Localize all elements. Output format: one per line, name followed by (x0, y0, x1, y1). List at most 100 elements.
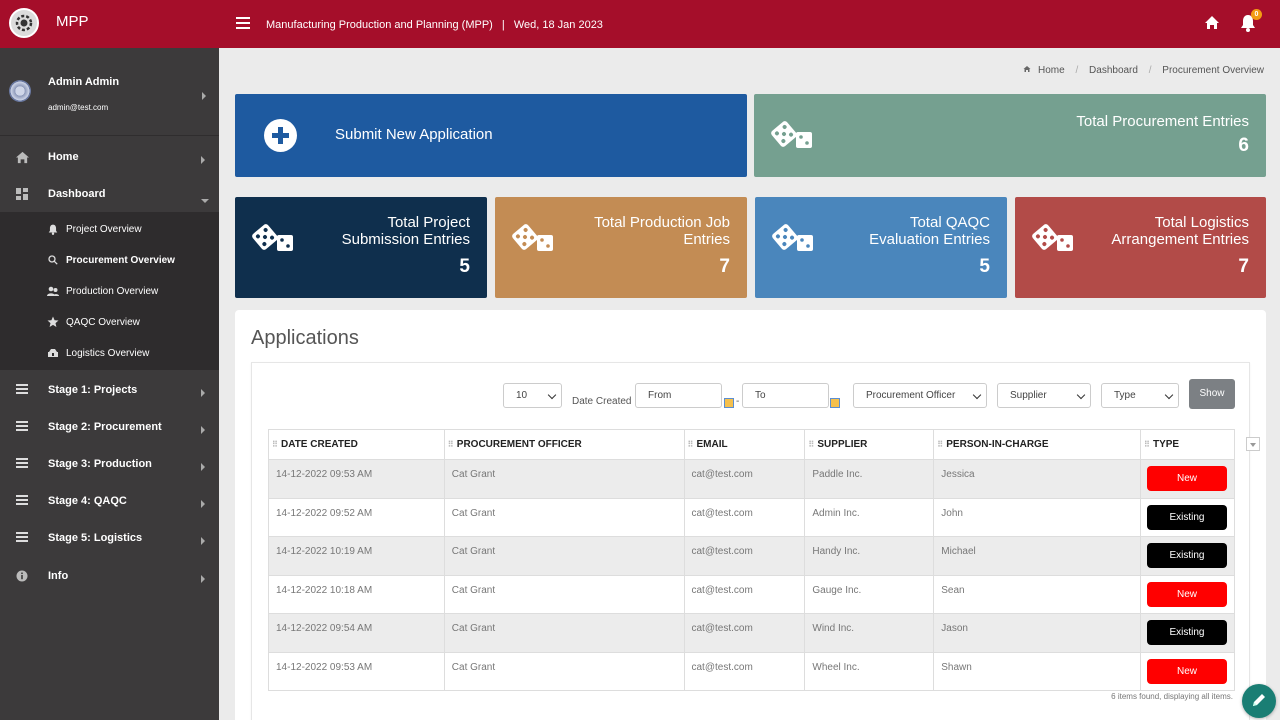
type-badge[interactable]: Existing (1146, 504, 1227, 530)
cell-date: 14-12-2022 09:52 AM (268, 498, 445, 537)
type-badge[interactable]: Existing (1146, 543, 1227, 568)
column-header-supplier[interactable]: ⠿ SUPPLIER (804, 429, 935, 460)
date-from-input[interactable]: From (635, 383, 722, 408)
applications-title: Applications (251, 327, 359, 349)
card-title-line1: Total Production Job (594, 214, 730, 231)
applications-table-container: 10 Date Created From - To Procurement Of… (251, 362, 1260, 720)
cell-pic: Michael (933, 536, 1141, 576)
sidebar-item-procurement-overview[interactable]: Procurement Overview (0, 246, 219, 274)
card-title: Total Procurement Entries (1076, 113, 1249, 130)
sidebar-item-label: Stage 3: Production (48, 458, 152, 470)
column-header-officer[interactable]: ⠿ PROCUREMENT OFFICER (444, 429, 685, 460)
sidebar-item-stage-5[interactable]: Stage 5: Logistics (0, 521, 219, 555)
chevron-down-icon (547, 390, 557, 400)
top-bar: MPP Manufacturing Production and Plannin… (0, 0, 1280, 48)
page-size-select[interactable]: 10 (503, 383, 562, 408)
table-row[interactable]: 14-12-2022 09:54 AM Cat Grant cat@test.c… (268, 613, 1236, 653)
edit-pencil-button[interactable] (1242, 684, 1276, 718)
sidebar-item-label: Dashboard (48, 188, 106, 200)
cell-type: Existing (1140, 536, 1236, 576)
cell-officer: Cat Grant (444, 652, 685, 691)
sidebar-item-production-overview[interactable]: Production Overview (0, 277, 219, 305)
breadcrumb: Home / Dashboard / Procurement Overview (1021, 65, 1266, 76)
sidebar-item-label: QAQC Overview (66, 317, 140, 328)
sidebar-item-label: Stage 2: Procurement (48, 421, 162, 433)
dice-icon (251, 221, 295, 258)
cell-supplier: Wheel Inc. (804, 652, 935, 691)
plus-circle-icon (264, 119, 297, 152)
header-date: Wed, 18 Jan 2023 (513, 19, 603, 31)
card-title: Total Logistics Arrangement Entries (1111, 214, 1249, 248)
sidebar-item-project-overview[interactable]: Project Overview (0, 215, 219, 243)
calendar-icon[interactable] (724, 398, 734, 408)
user-panel[interactable]: Admin Admin admin@test.com (0, 48, 219, 136)
sidebar-item-qaqc-overview[interactable]: QAQC Overview (0, 308, 219, 336)
table-header-row: ⠿ DATE CREATED ⠿ PROCUREMENT OFFICER ⠿ EMAI… (268, 429, 1236, 460)
sidebar-item-info[interactable]: Info (0, 559, 219, 593)
sidebar-item-home[interactable]: Home (0, 140, 219, 174)
cell-email: cat@test.com (684, 459, 806, 499)
date-from-placeholder: From (648, 390, 672, 401)
table-row[interactable]: 14-12-2022 10:18 AM Cat Grant cat@test.c… (268, 575, 1236, 614)
avatar (9, 80, 31, 102)
sidebar-item-stage-3[interactable]: Stage 3: Production (0, 447, 219, 481)
sidebar-item-label: Stage 4: QAQC (48, 495, 127, 507)
card-title-line2: Arrangement Entries (1111, 231, 1249, 248)
table-row[interactable]: 14-12-2022 09:52 AM Cat Grant cat@test.c… (268, 498, 1236, 537)
notification-badge: 0 (1251, 9, 1262, 20)
sidebar-item-label: Home (48, 151, 79, 163)
procurement-officer-select[interactable]: Procurement Officer (853, 383, 987, 408)
cell-type: New (1140, 575, 1236, 614)
home-icon[interactable] (1204, 15, 1220, 33)
items-count-note: 6 items found, displaying all items. (1111, 692, 1233, 701)
date-range-dash: - (736, 396, 740, 407)
card-title: Total QAQC Evaluation Entries (869, 214, 990, 248)
column-header-pic[interactable]: ⠿ PERSON-IN-CHARGE (933, 429, 1141, 460)
gear-logo-icon (9, 8, 39, 38)
breadcrumb-home[interactable]: Home (1038, 65, 1065, 76)
chevron-down-icon (972, 390, 982, 400)
cell-pic: Shawn (933, 652, 1141, 691)
column-header-type[interactable]: ⠿ TYPE (1140, 429, 1236, 460)
sidebar-item-label: Project Overview (66, 224, 142, 235)
submit-new-application-card[interactable]: Submit New Application (235, 94, 747, 177)
cell-email: cat@test.com (684, 536, 806, 576)
production-entries-card: Total Production Job Entries 7 (495, 197, 747, 298)
type-badge[interactable]: New (1146, 466, 1227, 491)
type-badge[interactable]: Existing (1146, 620, 1227, 645)
sidebar-item-logistics-overview[interactable]: Logistics Overview (0, 339, 219, 367)
cell-date: 14-12-2022 10:18 AM (268, 575, 445, 614)
menu-toggle-icon[interactable] (236, 17, 250, 29)
table-row[interactable]: 14-12-2022 09:53 AM Cat Grant cat@test.c… (268, 459, 1236, 499)
chevron-down-icon (1076, 390, 1086, 400)
type-badge[interactable]: New (1146, 658, 1227, 684)
date-created-label: Date Created (572, 396, 632, 407)
column-header-date[interactable]: ⠿ DATE CREATED (268, 429, 445, 460)
table-row[interactable]: 14-12-2022 10:19 AM Cat Grant cat@test.c… (268, 536, 1236, 576)
qaqc-entries-card: Total QAQC Evaluation Entries 5 (755, 197, 1007, 298)
type-select[interactable]: Type (1101, 383, 1179, 408)
column-header-email[interactable]: ⠿ EMAIL (684, 429, 806, 460)
cell-type: Existing (1140, 613, 1236, 653)
type-badge[interactable]: New (1146, 581, 1227, 607)
column-menu-icon[interactable] (1246, 437, 1260, 451)
sidebar-item-dashboard[interactable]: Dashboard (0, 177, 219, 211)
chevron-right-icon (201, 497, 205, 511)
cell-pic: Jason (933, 613, 1141, 653)
table-row[interactable]: 14-12-2022 09:53 AM Cat Grant cat@test.c… (268, 652, 1236, 691)
dice-icon (511, 221, 555, 258)
breadcrumb-dashboard[interactable]: Dashboard (1089, 65, 1138, 76)
sidebar-item-stage-2[interactable]: Stage 2: Procurement (0, 410, 219, 444)
show-button[interactable]: Show (1189, 379, 1235, 409)
cell-date: 14-12-2022 09:53 AM (268, 459, 445, 499)
supplier-select[interactable]: Supplier (997, 383, 1091, 408)
sidebar-item-stage-1[interactable]: Stage 1: Projects (0, 373, 219, 407)
sidebar-item-stage-4[interactable]: Stage 4: QAQC (0, 484, 219, 518)
date-to-input[interactable]: To (742, 383, 829, 408)
user-name: Admin Admin (48, 76, 120, 88)
cell-officer: Cat Grant (444, 613, 685, 653)
calendar-icon[interactable] (830, 398, 840, 408)
dashboard-submenu: Project Overview Procurement Overview Pr… (0, 212, 219, 370)
brand[interactable]: MPP (0, 0, 219, 48)
cell-pic: John (933, 498, 1141, 537)
